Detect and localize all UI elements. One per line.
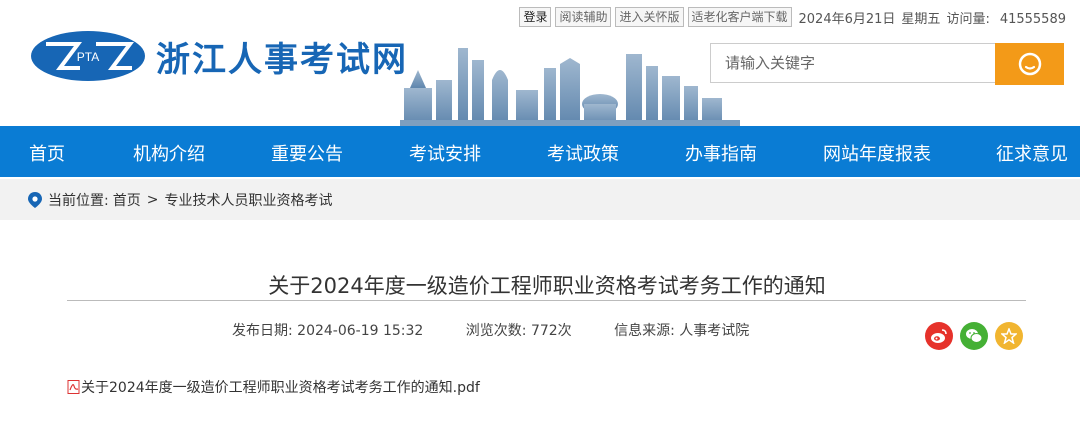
breadcrumb-home-link[interactable]: 首页 [113,190,141,210]
nav-item-annual-report[interactable]: 网站年度报表 [823,140,931,166]
main-navigation: 首页 机构介绍 重要公告 考试安排 考试政策 办事指南 网站年度报表 征求意见 [0,126,1080,177]
breadcrumb: 当前位置: 首页 > 专业技术人员职业资格考试 [0,179,1080,220]
visits-count: 41555589 [999,11,1066,27]
nav-item-about[interactable]: 机构介绍 [133,140,205,166]
city-skyline-illustration [400,48,740,126]
article-title: 关于2024年度一级造价工程师职业资格考试考务工作的通知 [268,274,826,298]
attachment-pdf-link[interactable]: 关于2024年度一级造价工程师职业资格考试考务工作的通知.pdf [81,377,480,397]
info-source: 信息来源: 人事考试院 [614,323,750,339]
site-logo[interactable]: PTA 浙江人事考试网 [30,30,408,82]
article-meta: 发布日期: 2024-06-19 15:32 浏览次数: 772次 信息来源: … [232,320,787,340]
top-utility-bar: 登录 阅读辅助 进入关怀版 适老化客户端下载 2024年6月21日 星期五 访问量:… [519,6,1066,28]
share-weibo-button[interactable] [925,322,953,350]
breadcrumb-current-link[interactable]: 专业技术人员职业资格考试 [164,190,332,210]
star-icon [1001,328,1017,344]
view-count: 浏览次数: 772次 [465,323,572,339]
title-divider [67,300,1026,301]
nav-item-guide[interactable]: 办事指南 [685,140,757,166]
login-button[interactable]: 登录 [519,7,552,27]
nav-item-home[interactable]: 首页 [29,140,65,166]
breadcrumb-label: 当前位置: [48,192,109,209]
search-icon [1018,52,1041,76]
visits-label: 访问量: [946,11,990,27]
nav-item-exam-policy[interactable]: 考试政策 [547,140,619,166]
weibo-icon [931,329,947,343]
reading-aid-button[interactable]: 阅读辅助 [555,7,612,27]
elder-client-download-button[interactable]: 适老化客户端下载 [687,7,792,27]
publish-date: 发布日期: 2024-06-19 15:32 [232,323,424,339]
location-pin-icon [28,191,42,208]
share-wechat-button[interactable] [960,322,988,350]
pdf-icon [67,380,80,394]
care-version-button[interactable]: 进入关怀版 [615,7,684,27]
attachment: 关于2024年度一级造价工程师职业资格考试考务工作的通知.pdf [67,377,480,397]
search-button[interactable] [995,43,1064,85]
search-box [710,43,1064,85]
logo-badge-text: PTA [77,50,99,64]
current-date: 2024年6月21日 [798,11,896,27]
search-input[interactable] [710,43,995,83]
breadcrumb-separator: > [146,191,159,208]
nav-item-announcements[interactable]: 重要公告 [271,140,343,166]
date-visit-info: 2024年6月21日 星期五 访问量: 41555589 [799,8,1066,27]
current-weekday: 星期五 [901,11,941,27]
nav-item-feedback[interactable]: 征求意见 [996,140,1068,166]
site-name: 浙江人事考试网 [156,39,408,80]
favorite-button[interactable] [995,322,1023,350]
share-buttons [925,322,1030,350]
wechat-icon [966,329,983,343]
nav-item-exam-schedule[interactable]: 考试安排 [409,140,481,166]
pta-logo-icon: PTA [31,31,145,81]
